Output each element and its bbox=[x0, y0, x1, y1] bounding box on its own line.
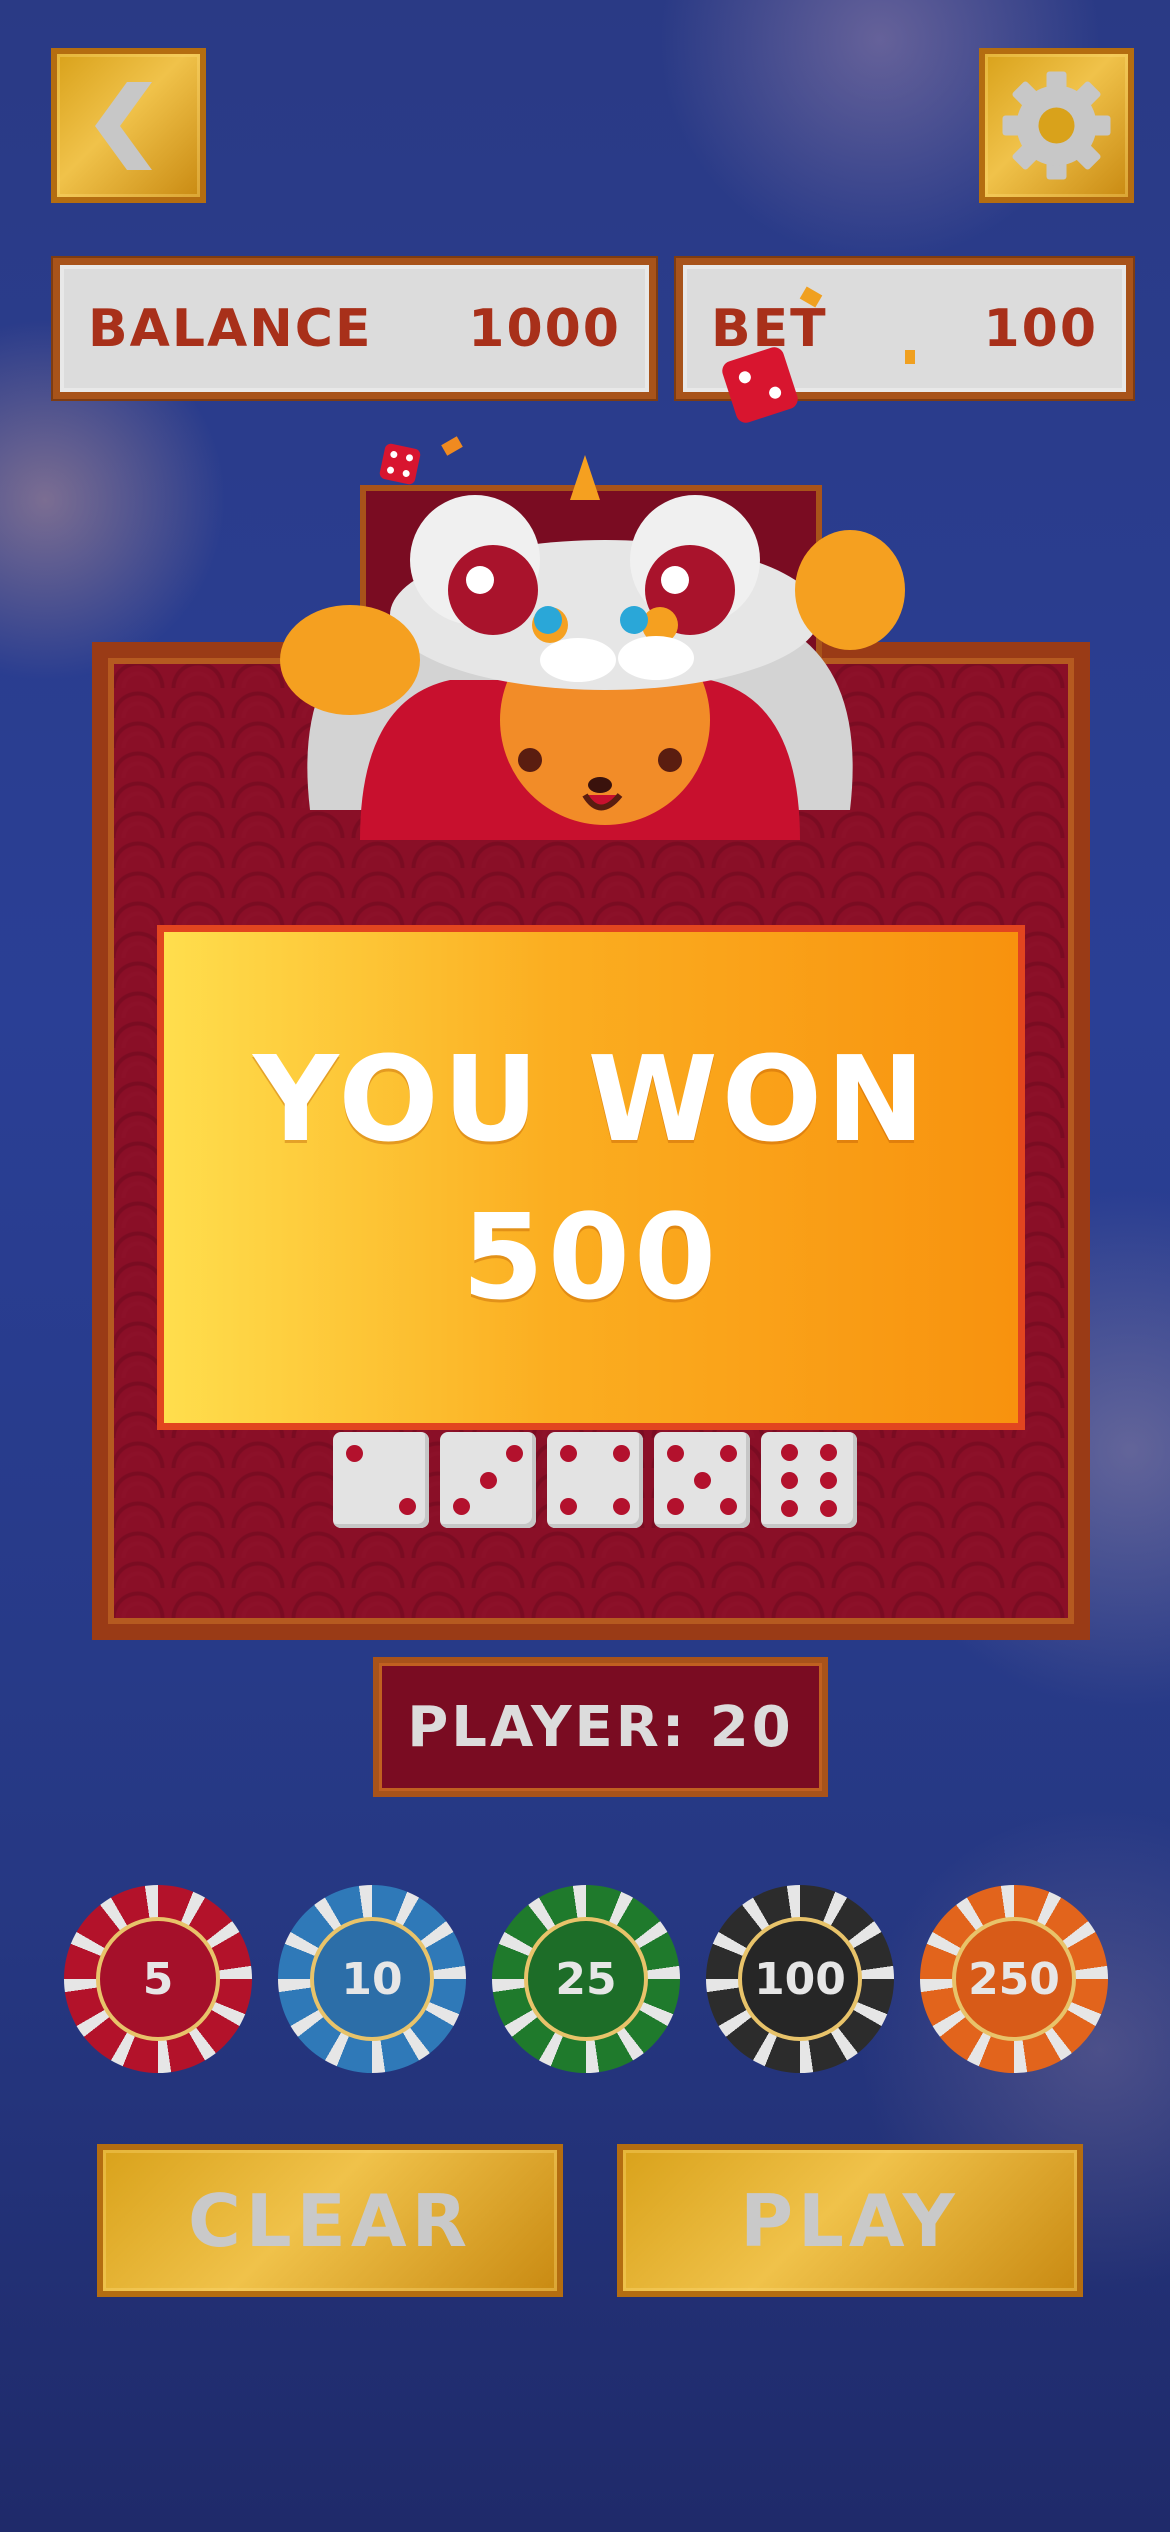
win-overlay: YOU WON 500 bbox=[157, 925, 1025, 1430]
clear-label: CLEAR bbox=[187, 2178, 473, 2263]
chip-10[interactable]: 10 bbox=[278, 1885, 466, 2073]
die bbox=[761, 1432, 857, 1528]
flying-dice-icon bbox=[722, 347, 798, 423]
gear-icon bbox=[1002, 71, 1111, 180]
chevron-left-icon bbox=[95, 82, 152, 170]
die bbox=[333, 1432, 429, 1528]
chip-label: 25 bbox=[524, 1917, 648, 2041]
player-label: PLAYER: 20 bbox=[407, 1694, 794, 1760]
balance-value: 1000 bbox=[468, 298, 621, 359]
balance-label: BALANCE bbox=[88, 298, 373, 359]
play-label: PLAY bbox=[740, 2178, 960, 2263]
chip-100[interactable]: 100 bbox=[706, 1885, 894, 2073]
win-title: YOU WON bbox=[253, 1029, 929, 1168]
bet-value: 100 bbox=[983, 298, 1098, 359]
die bbox=[654, 1432, 750, 1528]
die bbox=[547, 1432, 643, 1528]
clear-button[interactable]: CLEAR bbox=[97, 2144, 563, 2297]
chip-25[interactable]: 25 bbox=[492, 1885, 680, 2073]
player-panel: PLAYER: 20 bbox=[373, 1657, 828, 1797]
confetti bbox=[905, 350, 915, 364]
chip-label: 5 bbox=[96, 1917, 220, 2041]
win-amount: 500 bbox=[461, 1187, 721, 1326]
chip-label: 250 bbox=[952, 1917, 1076, 2041]
chip-5[interactable]: 5 bbox=[64, 1885, 252, 2073]
chip-label: 10 bbox=[310, 1917, 434, 2041]
back-button[interactable] bbox=[51, 48, 206, 203]
play-button[interactable]: PLAY bbox=[617, 2144, 1083, 2297]
chip-label: 100 bbox=[738, 1917, 862, 2041]
dice-row bbox=[333, 1432, 858, 1528]
lion-mascot-image bbox=[280, 455, 905, 840]
die bbox=[440, 1432, 536, 1528]
chip-250[interactable]: 250 bbox=[920, 1885, 1108, 2073]
balance-panel: BALANCE 1000 bbox=[53, 258, 656, 399]
settings-button[interactable] bbox=[979, 48, 1134, 203]
